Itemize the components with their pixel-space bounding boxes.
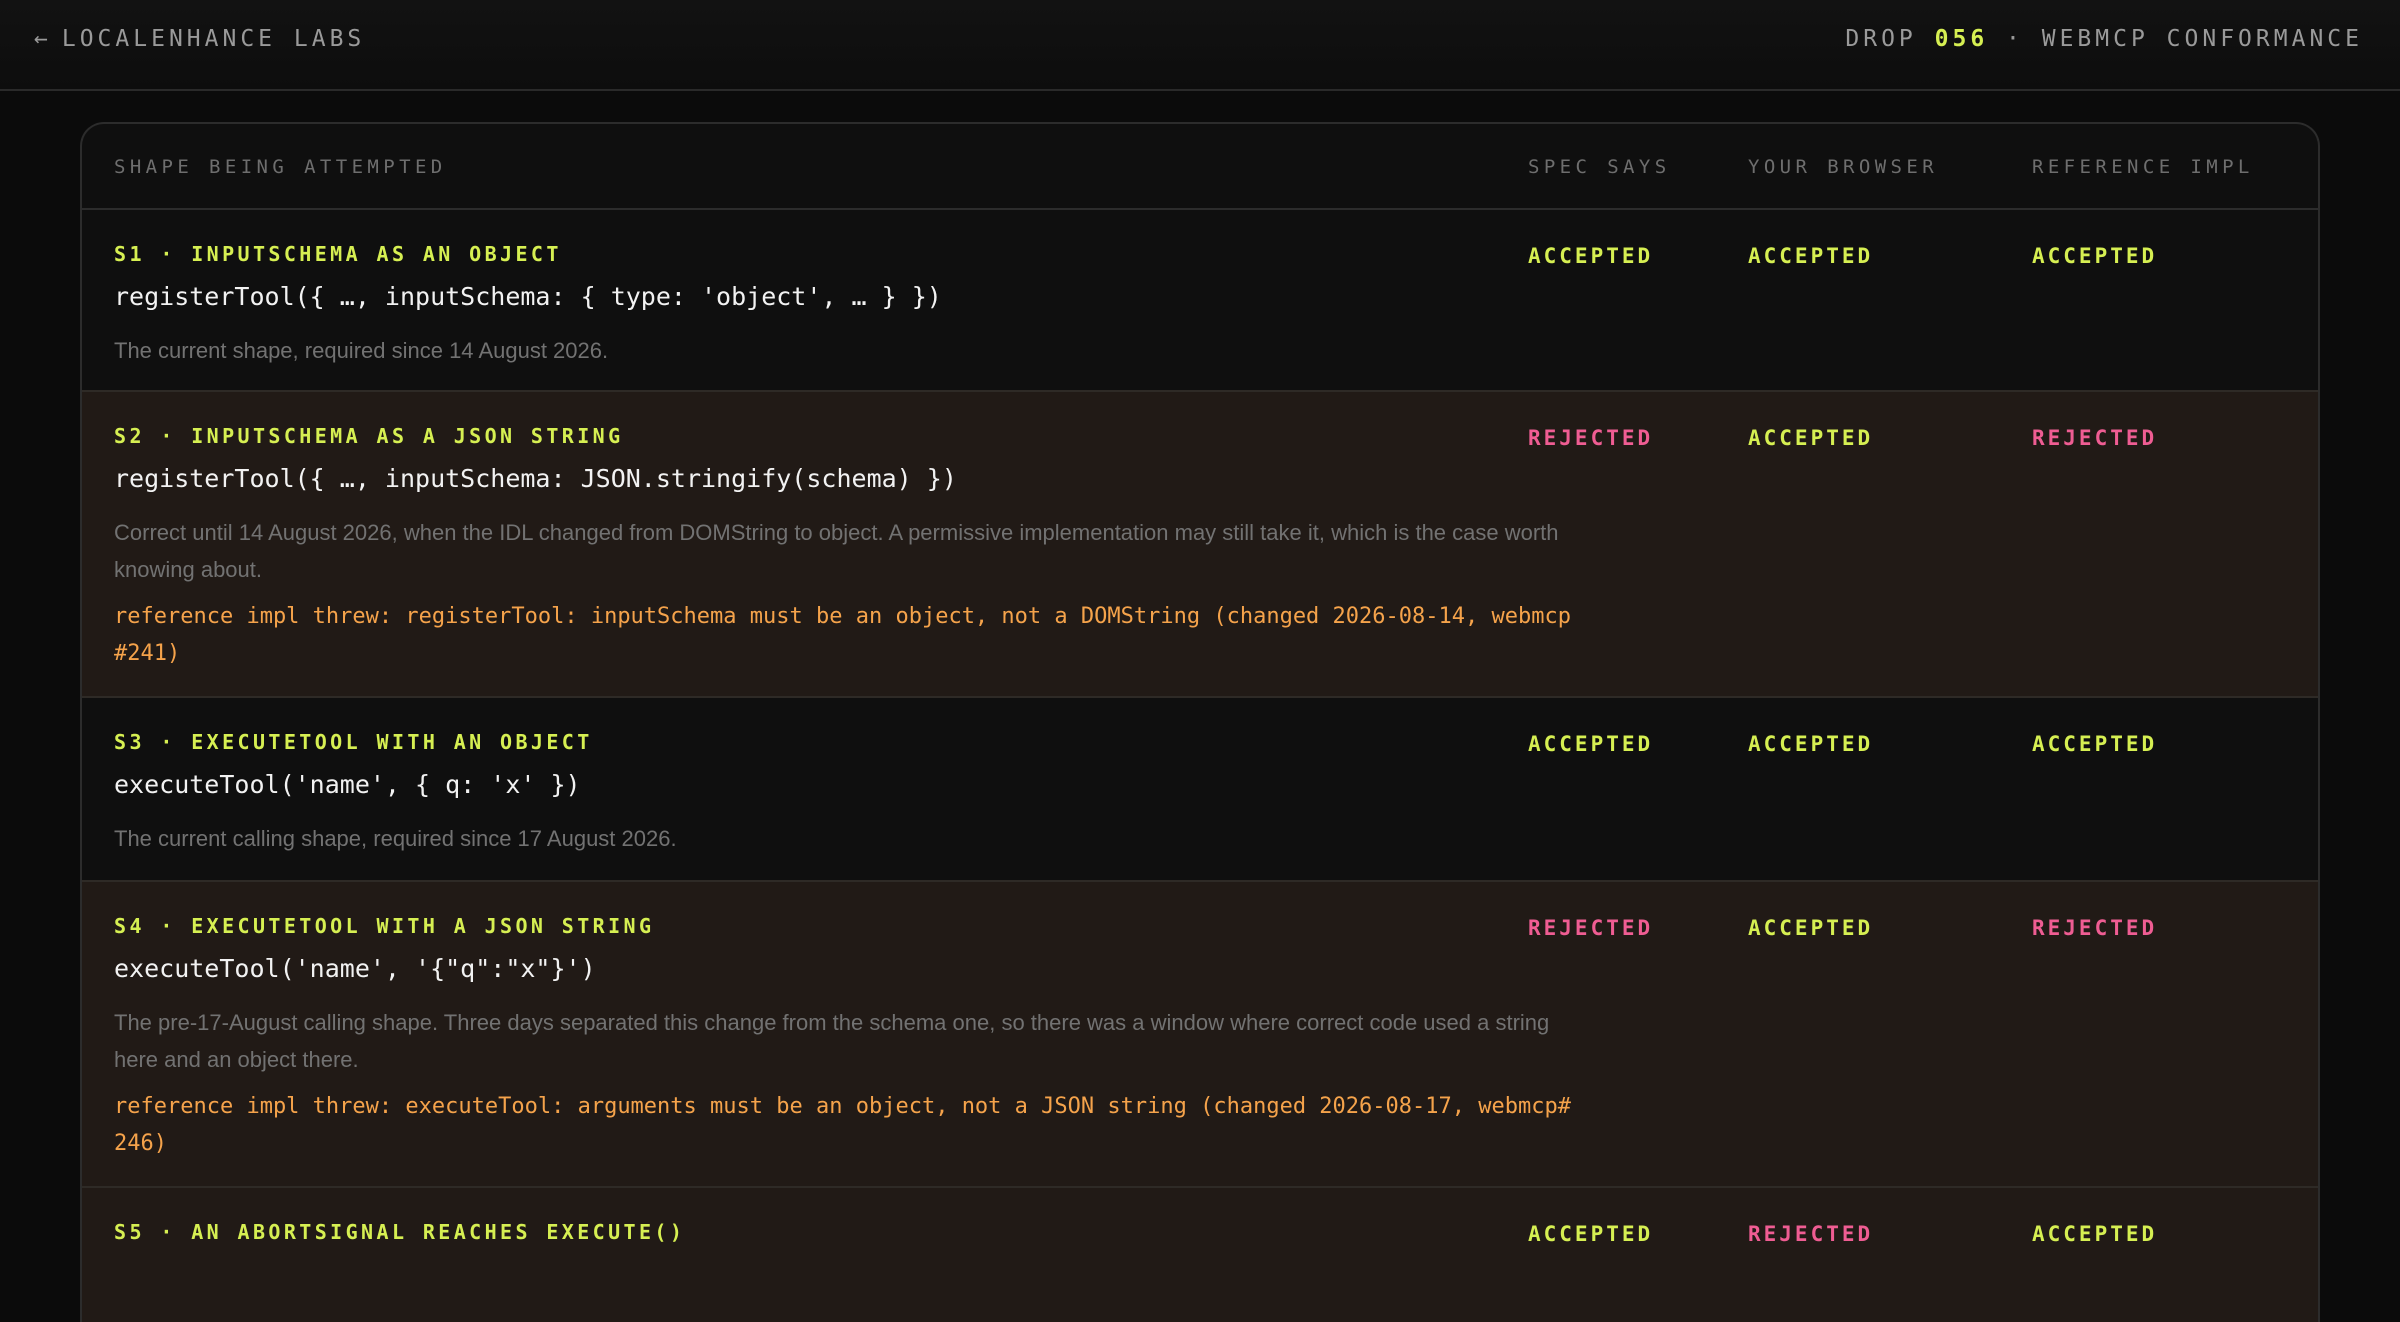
spec-status: ACCEPTED	[1528, 1222, 1654, 1246]
browser-status: ACCEPTED	[1748, 732, 1874, 756]
row-label: S2 · INPUTSCHEMA AS A JSON STRING	[114, 424, 624, 448]
reference-status: REJECTED	[2032, 426, 2158, 450]
table-header: SHAPE BEING ATTEMPTED SPEC SAYS YOUR BRO…	[82, 124, 2318, 210]
reference-status: ACCEPTED	[2032, 1222, 2158, 1246]
header-browser: YOUR BROWSER	[1748, 156, 1939, 178]
browser-status: ACCEPTED	[1748, 426, 1874, 450]
top-bar: ← LOCALENHANCE LABS DROP 056 · WEBMCP CON…	[0, 0, 2400, 91]
row-description: The pre-17-August calling shape. Three d…	[114, 1010, 1550, 1072]
spec-status: ACCEPTED	[1528, 244, 1654, 268]
table-row: S1 · INPUTSCHEMA AS AN OBJECT registerTo…	[82, 210, 2318, 392]
header-shape: SHAPE BEING ATTEMPTED	[114, 156, 447, 178]
table-row: S3 · EXECUTETOOL WITH AN OBJECT executeT…	[82, 698, 2318, 882]
row-error: reference impl threw: executeTool: argum…	[114, 1094, 1571, 1156]
table-row: S2 · INPUTSCHEMA AS A JSON STRING regist…	[82, 392, 2318, 698]
header-spec: SPEC SAYS	[1528, 156, 1671, 178]
spec-status: ACCEPTED	[1528, 732, 1654, 756]
drop-number: 056	[1934, 26, 1989, 52]
row-code: registerTool({ …, inputSchema: JSON.stri…	[114, 464, 957, 493]
row-error: reference impl threw: registerTool: inpu…	[114, 604, 1571, 666]
drop-suffix: · WEBMCP CONFORMANCE	[2006, 26, 2363, 52]
browser-status: ACCEPTED	[1748, 916, 1874, 940]
row-label: S3 · EXECUTETOOL WITH AN OBJECT	[114, 730, 593, 754]
browser-status: REJECTED	[1748, 1222, 1874, 1246]
table-row: S4 · EXECUTETOOL WITH A JSON STRING exec…	[82, 882, 2318, 1188]
row-description: The current calling shape, required sinc…	[114, 826, 677, 851]
brand-name: LOCALENHANCE LABS	[61, 26, 366, 52]
spec-status: REJECTED	[1528, 916, 1654, 940]
header-reference: REFERENCE IMPL	[2032, 156, 2254, 178]
row-code: executeTool('name', { q: 'x' })	[114, 770, 581, 799]
table-row: S5 · AN ABORTSIGNAL REACHES EXECUTE() AC…	[82, 1188, 2318, 1322]
drop-prefix: DROP	[1845, 26, 1917, 52]
drop-title: DROP 056 · WEBMCP CONFORMANCE	[1845, 26, 2363, 52]
back-arrow-icon: ←	[34, 26, 52, 52]
spec-status: REJECTED	[1528, 426, 1654, 450]
row-description: The current shape, required since 14 Aug…	[114, 338, 609, 363]
row-label: S5 · AN ABORTSIGNAL REACHES EXECUTE()	[114, 1220, 686, 1244]
conformance-table: SHAPE BEING ATTEMPTED SPEC SAYS YOUR BRO…	[80, 122, 2320, 1322]
row-code: executeTool('name', '{"q":"x"}')	[114, 954, 596, 983]
row-description: Correct until 14 August 2026, when the I…	[114, 520, 1559, 582]
reference-status: REJECTED	[2032, 916, 2158, 940]
reference-status: ACCEPTED	[2032, 244, 2158, 268]
row-label: S1 · INPUTSCHEMA AS AN OBJECT	[114, 242, 562, 266]
reference-status: ACCEPTED	[2032, 732, 2158, 756]
row-code: registerTool({ …, inputSchema: { type: '…	[114, 282, 942, 311]
browser-status: ACCEPTED	[1748, 244, 1874, 268]
back-link[interactable]: ← LOCALENHANCE LABS	[34, 26, 365, 52]
row-label: S4 · EXECUTETOOL WITH A JSON STRING	[114, 914, 655, 938]
